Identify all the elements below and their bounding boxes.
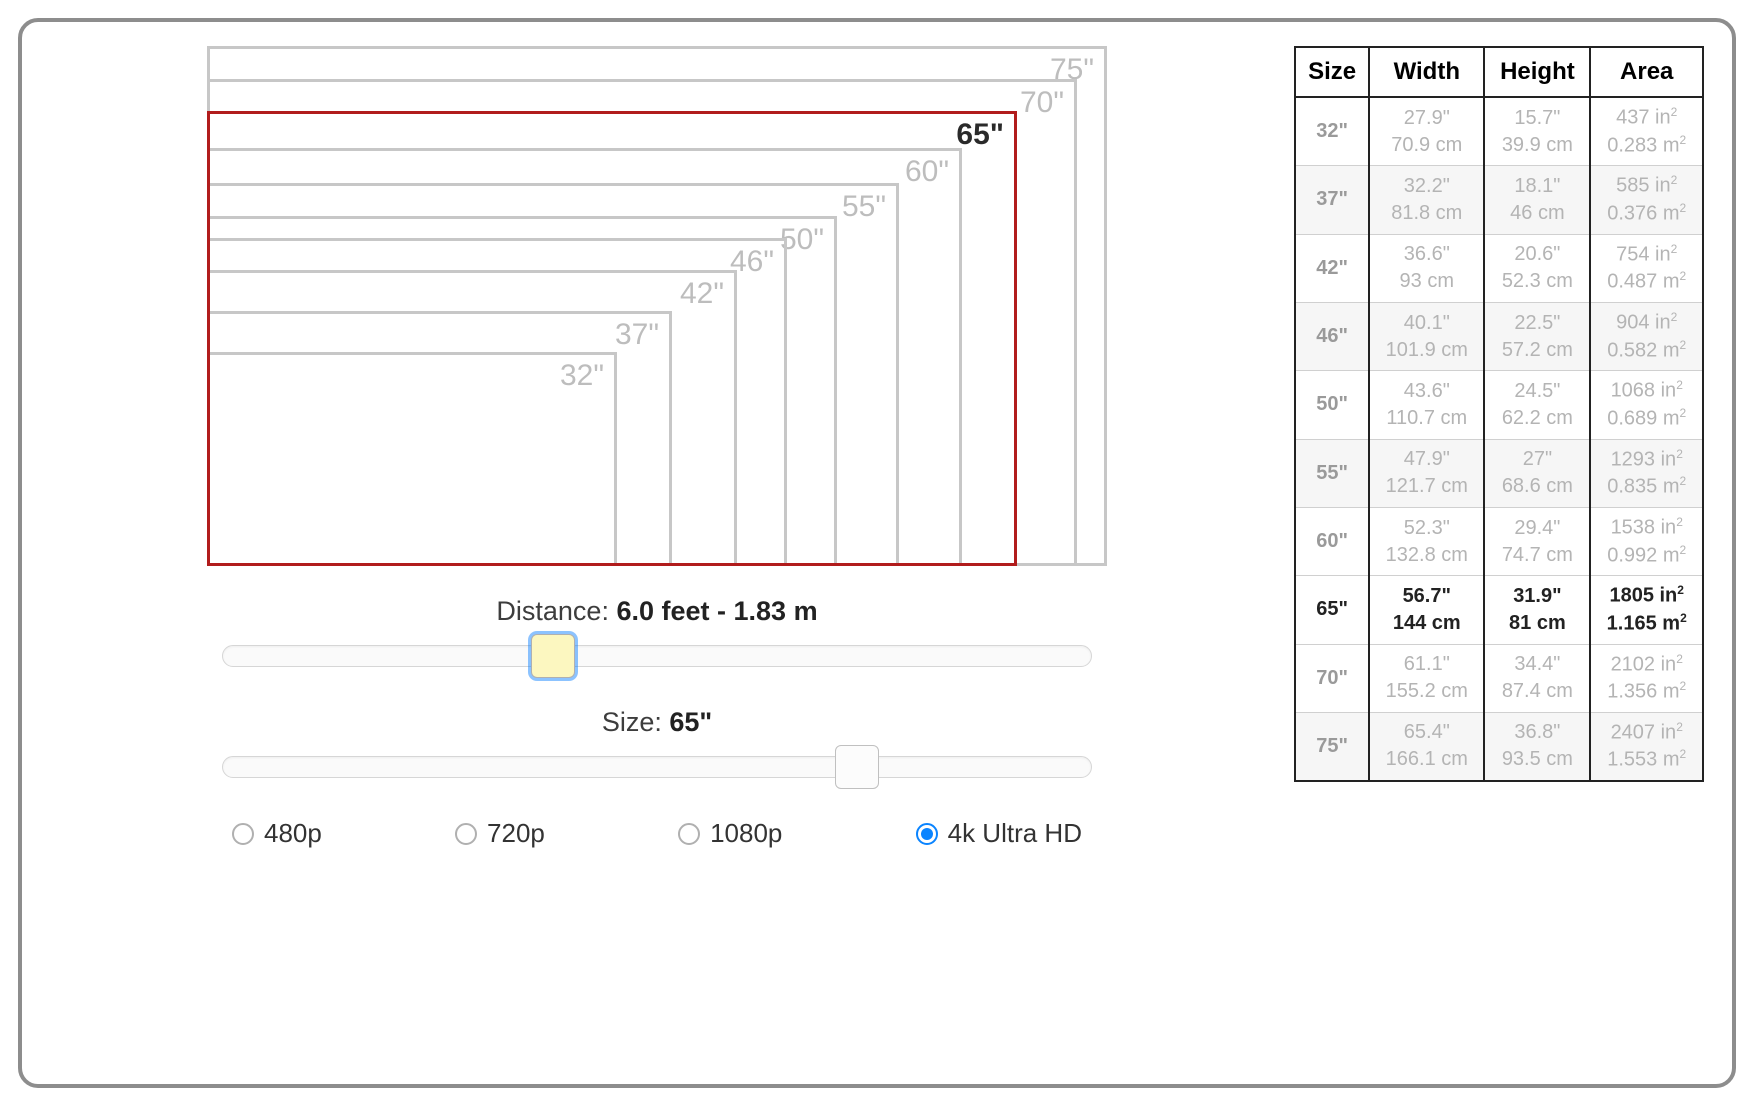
cell-size: 37" — [1295, 166, 1369, 234]
cell-size: 75" — [1295, 712, 1369, 781]
cell-height: 22.5"57.2 cm — [1484, 302, 1590, 370]
radio-icon — [916, 823, 938, 845]
distance-prefix: Distance: — [496, 596, 616, 626]
dimensions-table: Size Width Height Area 32"27.9"70.9 cm15… — [1294, 46, 1704, 782]
cell-area: 1538 in20.992 m2 — [1590, 507, 1703, 575]
cell-area: 754 in20.487 m2 — [1590, 234, 1703, 302]
cell-size: 65" — [1295, 576, 1369, 644]
resolution-option-1080p[interactable]: 1080p — [678, 818, 782, 849]
left-panel: 32"37"42"46"50"55"60"65"70"75" Distance:… — [50, 46, 1264, 1060]
cell-height: 18.1"46 cm — [1484, 166, 1590, 234]
cell-size: 60" — [1295, 507, 1369, 575]
table-row[interactable]: 65"56.7"144 cm31.9"81 cm1805 in21.165 m2 — [1295, 576, 1703, 644]
table-body: 32"27.9"70.9 cm15.7"39.9 cm437 in20.283 … — [1295, 97, 1703, 781]
cell-width: 43.6"110.7 cm — [1369, 371, 1484, 439]
table-row[interactable]: 75"65.4"166.1 cm36.8"93.5 cm2407 in21.55… — [1295, 712, 1703, 781]
col-width: Width — [1369, 47, 1484, 97]
cell-size: 46" — [1295, 302, 1369, 370]
distance-label: Distance: 6.0 feet - 1.83 m — [222, 596, 1092, 627]
radio-icon — [455, 823, 477, 845]
cell-width: 61.1"155.2 cm — [1369, 644, 1484, 712]
cell-width: 40.1"101.9 cm — [1369, 302, 1484, 370]
app-frame: 32"37"42"46"50"55"60"65"70"75" Distance:… — [18, 18, 1736, 1088]
cell-height: 27"68.6 cm — [1484, 439, 1590, 507]
size-value: 65" — [669, 707, 712, 737]
cell-area: 437 in20.283 m2 — [1590, 97, 1703, 166]
cell-height: 34.4"87.4 cm — [1484, 644, 1590, 712]
cell-size: 32" — [1295, 97, 1369, 166]
cell-height: 20.6"52.3 cm — [1484, 234, 1590, 302]
size-slider-thumb[interactable] — [835, 745, 879, 789]
cell-height: 29.4"74.7 cm — [1484, 507, 1590, 575]
size-slider[interactable] — [222, 756, 1092, 778]
cell-area: 2102 in21.356 m2 — [1590, 644, 1703, 712]
cell-size: 42" — [1295, 234, 1369, 302]
cell-size: 70" — [1295, 644, 1369, 712]
controls: Distance: 6.0 feet - 1.83 m Size: 65" 48… — [222, 596, 1092, 849]
cell-size: 55" — [1295, 439, 1369, 507]
cell-width: 52.3"132.8 cm — [1369, 507, 1484, 575]
cell-width: 36.6"93 cm — [1369, 234, 1484, 302]
table-header-row: Size Width Height Area — [1295, 47, 1703, 97]
cell-area: 1293 in20.835 m2 — [1590, 439, 1703, 507]
cell-area: 2407 in21.553 m2 — [1590, 712, 1703, 781]
col-size: Size — [1295, 47, 1369, 97]
cell-height: 36.8"93.5 cm — [1484, 712, 1590, 781]
table-row[interactable]: 46"40.1"101.9 cm22.5"57.2 cm904 in20.582… — [1295, 302, 1703, 370]
cell-height: 31.9"81 cm — [1484, 576, 1590, 644]
distance-value: 6.0 feet - 1.83 m — [616, 596, 817, 626]
resolution-option-480p[interactable]: 480p — [232, 818, 322, 849]
distance-slider[interactable] — [222, 645, 1092, 667]
cell-height: 15.7"39.9 cm — [1484, 97, 1590, 166]
table-row[interactable]: 42"36.6"93 cm20.6"52.3 cm754 in20.487 m2 — [1295, 234, 1703, 302]
tv-box-65in[interactable]: 65" — [207, 111, 1017, 566]
tv-box-label: 70" — [1020, 86, 1064, 120]
cell-height: 24.5"62.2 cm — [1484, 371, 1590, 439]
cell-width: 27.9"70.9 cm — [1369, 97, 1484, 166]
radio-icon — [232, 823, 254, 845]
table-row[interactable]: 32"27.9"70.9 cm15.7"39.9 cm437 in20.283 … — [1295, 97, 1703, 166]
distance-slider-thumb[interactable] — [531, 634, 575, 678]
resolution-option-720p[interactable]: 720p — [455, 818, 545, 849]
tv-size-diagram: 32"37"42"46"50"55"60"65"70"75" — [207, 46, 1107, 566]
table-row[interactable]: 55"47.9"121.7 cm27"68.6 cm1293 in20.835 … — [1295, 439, 1703, 507]
cell-area: 1805 in21.165 m2 — [1590, 576, 1703, 644]
table-row[interactable]: 60"52.3"132.8 cm29.4"74.7 cm1538 in20.99… — [1295, 507, 1703, 575]
cell-area: 904 in20.582 m2 — [1590, 302, 1703, 370]
cell-width: 47.9"121.7 cm — [1369, 439, 1484, 507]
cell-size: 50" — [1295, 371, 1369, 439]
radio-label: 1080p — [710, 818, 782, 849]
resolution-option-4k-ultra-hd[interactable]: 4k Ultra HD — [916, 818, 1082, 849]
right-panel: Size Width Height Area 32"27.9"70.9 cm15… — [1294, 46, 1704, 1060]
tv-box-label: 65" — [956, 118, 1004, 152]
cell-width: 32.2"81.8 cm — [1369, 166, 1484, 234]
cell-width: 56.7"144 cm — [1369, 576, 1484, 644]
resolution-radio-group: 480p 720p 1080p 4k Ultra HD — [222, 818, 1092, 849]
radio-icon — [678, 823, 700, 845]
table-row[interactable]: 50"43.6"110.7 cm24.5"62.2 cm1068 in20.68… — [1295, 371, 1703, 439]
table-row[interactable]: 70"61.1"155.2 cm34.4"87.4 cm2102 in21.35… — [1295, 644, 1703, 712]
cell-area: 1068 in20.689 m2 — [1590, 371, 1703, 439]
size-prefix: Size: — [602, 707, 670, 737]
cell-area: 585 in20.376 m2 — [1590, 166, 1703, 234]
col-height: Height — [1484, 47, 1590, 97]
col-area: Area — [1590, 47, 1703, 97]
size-label: Size: 65" — [222, 707, 1092, 738]
table-row[interactable]: 37"32.2"81.8 cm18.1"46 cm585 in20.376 m2 — [1295, 166, 1703, 234]
radio-label: 480p — [264, 818, 322, 849]
cell-width: 65.4"166.1 cm — [1369, 712, 1484, 781]
radio-label: 720p — [487, 818, 545, 849]
radio-label: 4k Ultra HD — [948, 818, 1082, 849]
